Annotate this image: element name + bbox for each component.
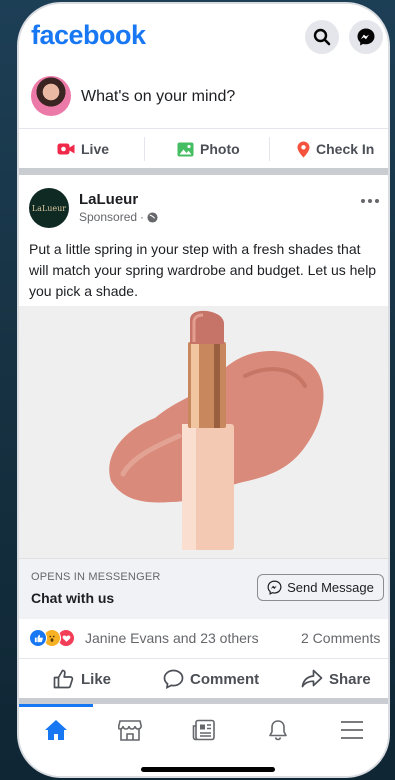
tab-menu[interactable]: [315, 710, 388, 750]
sponsored-text: Sponsored: [79, 210, 138, 224]
post-composer[interactable]: What's on your mind?: [19, 68, 388, 126]
tab-news[interactable]: [167, 710, 241, 750]
thumbs-up-icon: [53, 669, 74, 689]
messenger-icon: [357, 28, 375, 46]
like-button[interactable]: Like: [53, 659, 111, 699]
comment-button[interactable]: Comment: [163, 659, 259, 699]
composer-actions: Live Photo Check In: [19, 128, 388, 169]
page-avatar[interactable]: LaLueur: [29, 188, 69, 228]
active-tab-indicator: [19, 704, 93, 707]
like-label: Like: [81, 670, 112, 688]
live-label: Live: [81, 141, 110, 157]
cta-title: Chat with us: [31, 590, 115, 606]
cta-eyebrow: OPENS IN MESSENGER: [31, 571, 161, 583]
sponsored-label: Sponsored ·: [79, 210, 158, 224]
lipstick-illustration: [109, 310, 324, 550]
search-button[interactable]: [305, 20, 339, 54]
photo-icon: [177, 142, 194, 157]
live-button[interactable]: Live: [57, 129, 109, 169]
tab-notifications[interactable]: [241, 710, 315, 750]
post-actions: Like Comment Share: [19, 658, 388, 699]
user-avatar[interactable]: [31, 76, 71, 116]
share-button[interactable]: Share: [301, 659, 371, 699]
share-label: Share: [329, 670, 371, 688]
share-icon: [301, 669, 323, 688]
home-indicator: [141, 767, 275, 772]
post-image[interactable]: [19, 306, 388, 558]
post-text: Put a little spring in your step with a …: [29, 241, 377, 299]
globe-icon: [147, 211, 158, 223]
tab-marketplace[interactable]: [93, 710, 167, 750]
reaction-names[interactable]: Janine Evans and 23 others: [85, 630, 259, 646]
page-logo-text: LaLueur: [31, 203, 67, 213]
menu-icon: [341, 721, 363, 739]
like-reaction-icon: [29, 629, 47, 647]
send-message-button[interactable]: Send Message: [257, 574, 384, 601]
photo-button[interactable]: Photo: [177, 129, 240, 169]
phone-frame: facebook What's on your mind? Live Photo…: [17, 2, 390, 778]
divider: [144, 137, 145, 161]
app-header: facebook: [19, 4, 388, 68]
messenger-cta: OPENS IN MESSENGER Chat with us Send Mes…: [19, 558, 388, 619]
section-divider: [19, 168, 388, 175]
tab-home[interactable]: [19, 710, 93, 750]
home-icon: [45, 720, 67, 740]
post-header: LaLueur LaLueur Sponsored ·: [19, 175, 388, 235]
notifications-bell-icon: [269, 720, 287, 741]
live-video-icon: [57, 142, 75, 156]
send-message-label: Send Message: [287, 580, 374, 595]
photo-label: Photo: [200, 141, 240, 157]
divider: [269, 137, 270, 161]
messenger-icon: [267, 580, 282, 595]
check-in-label: Check In: [316, 141, 375, 157]
search-icon: [313, 28, 331, 46]
comments-count[interactable]: 2 Comments: [301, 630, 380, 646]
marketplace-icon: [118, 720, 142, 741]
composer-placeholder[interactable]: What's on your mind?: [81, 88, 235, 106]
news-icon: [192, 719, 215, 741]
dot-separator: ·: [140, 210, 145, 224]
page-name[interactable]: LaLueur: [79, 191, 138, 208]
comment-label: Comment: [190, 670, 260, 688]
check-in-button[interactable]: Check In: [297, 129, 374, 169]
messenger-button[interactable]: [349, 20, 383, 54]
comment-icon: [163, 669, 184, 689]
facebook-logo[interactable]: facebook: [31, 20, 146, 51]
reactions-bar[interactable]: Janine Evans and 23 others 2 Comments: [19, 622, 388, 654]
location-pin-icon: [297, 141, 310, 158]
more-options-icon[interactable]: [361, 199, 379, 203]
